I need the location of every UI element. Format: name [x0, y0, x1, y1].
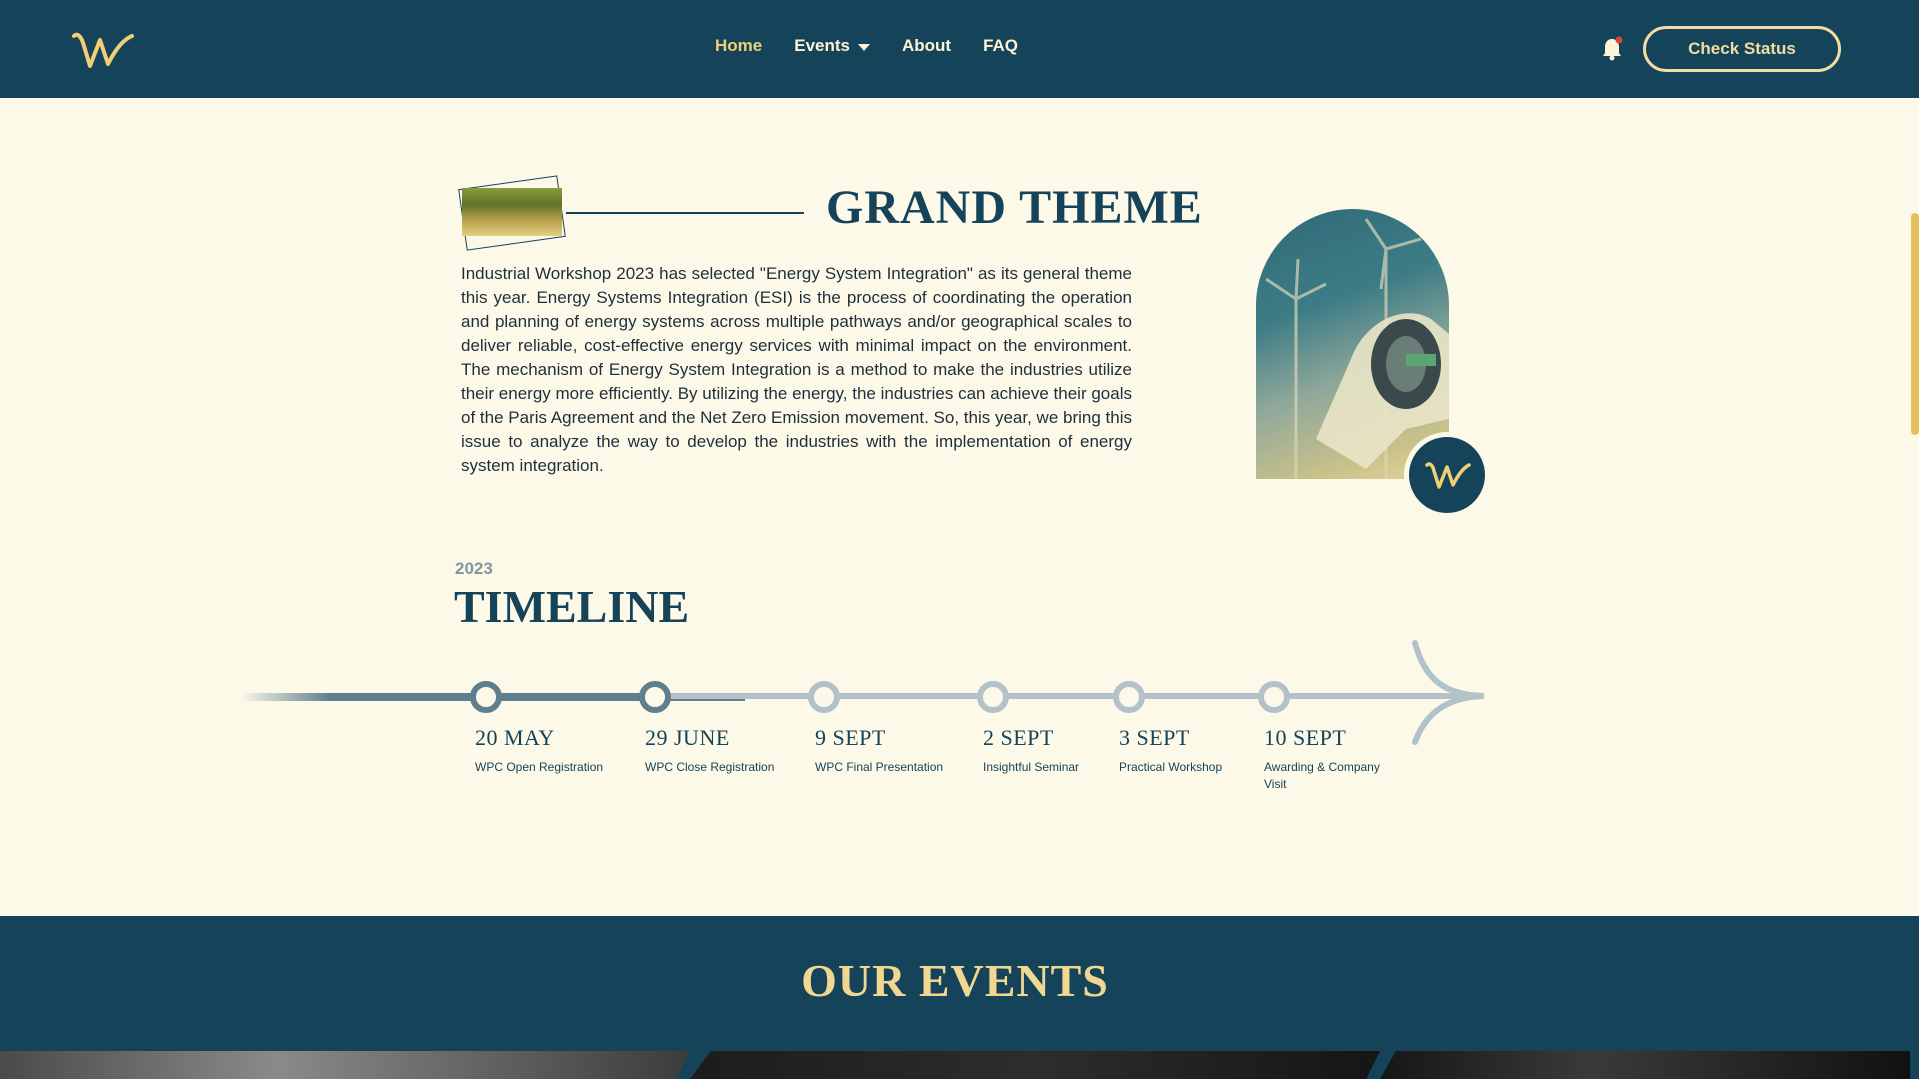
milestone-node: [1258, 681, 1290, 713]
milestone-date: 2 SEPT: [983, 725, 1054, 750]
main-nav: Home Events About FAQ: [715, 36, 1018, 56]
event-card-3[interactable]: [1380, 1051, 1910, 1079]
events-section: OUR EVENTS: [0, 916, 1919, 1079]
navbar: Home Events About FAQ Check Status: [0, 0, 1919, 98]
timeline-year: 2023: [455, 559, 493, 578]
title-divider: [566, 212, 804, 214]
milestone-label: Awarding & Company Visit: [1264, 760, 1380, 791]
grand-theme-body: Industrial Workshop 2023 has selected "E…: [461, 264, 1132, 475]
milestone-date: 9 SEPT: [815, 725, 886, 750]
check-status-button[interactable]: Check Status: [1643, 26, 1841, 72]
event-card-1[interactable]: [0, 1051, 690, 1079]
track-fade: [240, 693, 330, 701]
milestone-6: 10 SEPT Awarding & Company Visit: [1264, 725, 1404, 793]
milestone-4: 2 SEPT Insightful Seminar: [983, 725, 1123, 776]
milestone-node: [977, 681, 1009, 713]
nav-faq-label: FAQ: [983, 36, 1019, 55]
milestone-label: Insightful Seminar: [983, 760, 1080, 774]
milestone-date: 29 JUNE: [645, 725, 730, 750]
solar-field-image: [462, 188, 562, 236]
milestone-date: 10 SEPT: [1264, 725, 1347, 750]
wpc-logo[interactable]: [70, 28, 136, 72]
badge-inner: [1409, 437, 1485, 513]
milestone-1: 20 MAY WPC Open Registration: [475, 725, 615, 776]
milestone-label: WPC Open Registration: [475, 760, 604, 774]
milestone-label: WPC Final Presentation: [815, 760, 944, 774]
events-title: OUR EVENTS: [801, 955, 1109, 1006]
scrollbar-thumb[interactable]: [1911, 213, 1919, 435]
arrow-head-icon: [1412, 640, 1485, 745]
nav-about-label: About: [901, 36, 952, 55]
milestone-label: Practical Workshop: [1119, 760, 1223, 774]
milestone-node: [808, 681, 840, 713]
chevron-down-icon: [857, 43, 870, 51]
logo-badge: [1404, 432, 1490, 518]
nav-home[interactable]: Home: [715, 36, 762, 56]
milestone-5: 3 SEPT Practical Workshop: [1119, 725, 1259, 776]
milestone-3: 9 SEPT WPC Final Presentation: [815, 725, 955, 776]
milestone-2: 29 JUNE WPC Close Registration: [645, 725, 785, 776]
nav-events[interactable]: Events: [794, 36, 870, 56]
milestone-date: 3 SEPT: [1119, 725, 1190, 750]
milestone-node: [639, 681, 671, 713]
nav-faq[interactable]: FAQ: [983, 36, 1018, 56]
milestone-node: [470, 681, 502, 713]
timeline-title: TIMELINE: [454, 581, 690, 632]
theme-photo: [458, 175, 566, 251]
nav-about[interactable]: About: [902, 36, 951, 56]
track-remaining: [655, 693, 1465, 699]
nav-home-label: Home: [715, 36, 763, 55]
event-card-2[interactable]: [690, 1051, 1380, 1079]
bell-icon[interactable]: [1600, 36, 1624, 62]
nav-events-label: Events: [794, 36, 850, 55]
milestone-date: 20 MAY: [475, 725, 555, 750]
milestone-label: WPC Close Registration: [645, 760, 775, 774]
milestone-node: [1113, 681, 1145, 713]
grand-theme-title: GRAND THEME: [826, 181, 1203, 234]
w-logo-icon: [1425, 462, 1471, 489]
